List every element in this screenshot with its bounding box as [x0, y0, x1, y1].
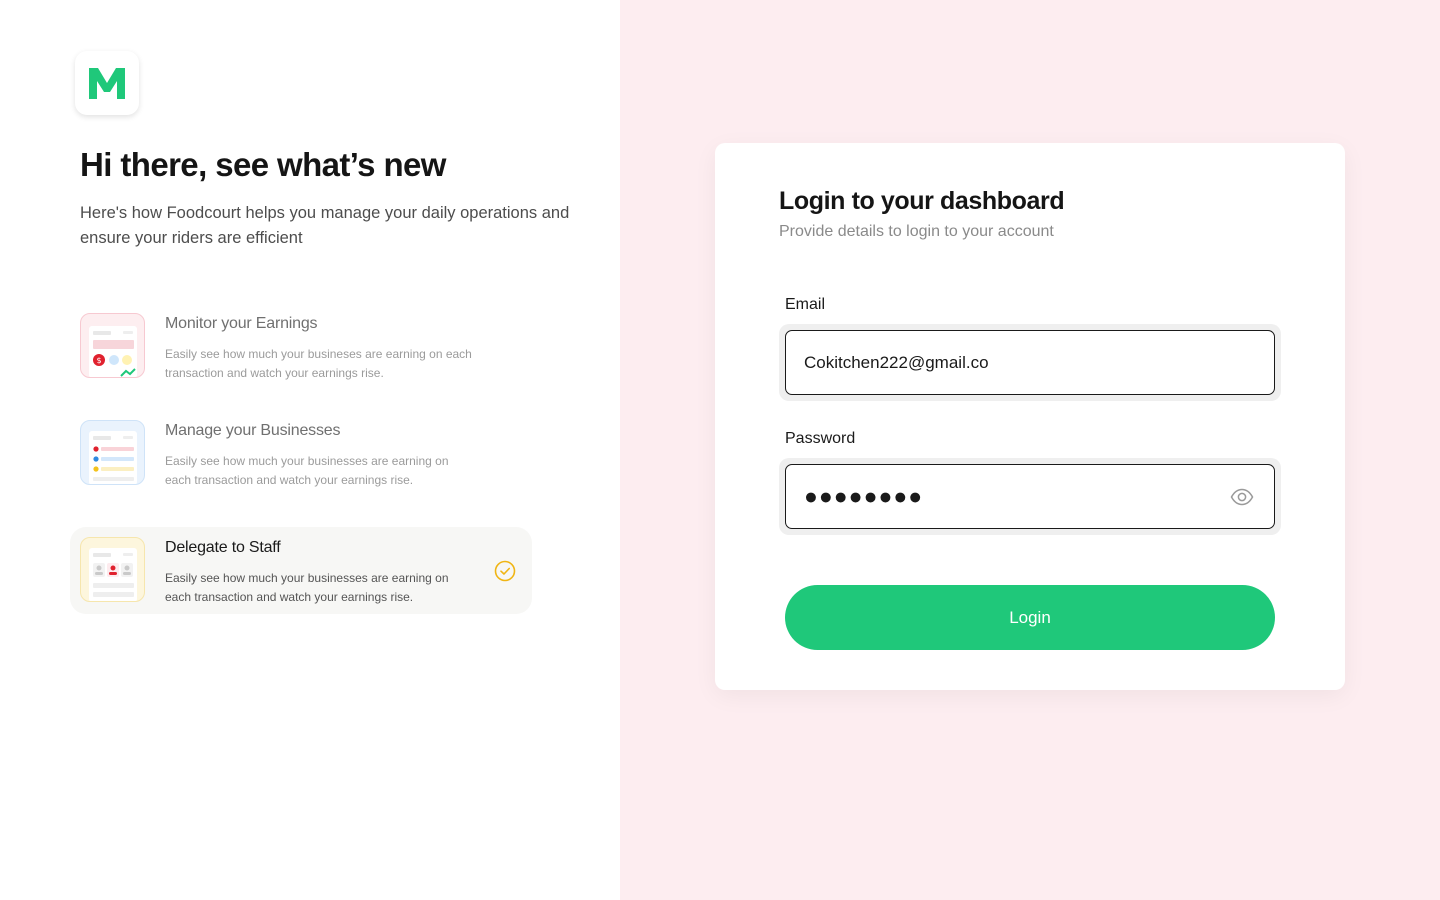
password-field-wrapper: ●●●●●●●● — [779, 458, 1281, 535]
brand-logo — [75, 51, 139, 115]
password-field[interactable]: ●●●●●●●● — [785, 464, 1275, 529]
password-mask: ●●●●●●●● — [804, 483, 924, 509]
feature-title: Delegate to Staff — [165, 539, 281, 556]
feature-description: Easily see how much your busineses are e… — [165, 347, 472, 380]
feature-manage-businesses[interactable]: Manage your Businesses Easily see how mu… — [70, 410, 532, 497]
feature-delegate-staff[interactable]: Delegate to Staff Easily see how much yo… — [70, 527, 532, 614]
email-field-wrapper: Cokitchen222@gmail.co — [779, 324, 1281, 401]
businesses-illustration — [80, 420, 145, 485]
earnings-illustration: $ — [80, 313, 145, 378]
eye-icon[interactable] — [1230, 486, 1254, 508]
staff-illustration — [80, 537, 145, 602]
info-panel: Hi there, see what’s new Here's how Food… — [0, 0, 620, 900]
feature-monitor-earnings[interactable]: $ Monitor your Earnings Easily see how m… — [70, 303, 532, 390]
logo-m-icon — [89, 68, 125, 99]
email-field[interactable]: Cokitchen222@gmail.co — [785, 330, 1275, 395]
feature-description: Easily see how much your businesses are … — [165, 454, 449, 487]
login-card: Login to your dashboard Provide details … — [715, 143, 1345, 690]
svg-text:$: $ — [96, 356, 101, 365]
feature-title: Monitor your Earnings — [165, 315, 318, 332]
email-value: Cokitchen222@gmail.co — [804, 352, 989, 372]
feature-title: Manage your Businesses — [165, 422, 341, 439]
feature-description: Easily see how much your businesses are … — [165, 571, 449, 604]
check-circle-icon — [494, 560, 516, 582]
intro-subtitle: Here's how Foodcourt helps you manage yo… — [80, 204, 570, 247]
email-label: Email — [785, 296, 826, 313]
login-button[interactable]: Login — [785, 585, 1275, 650]
intro-title: Hi there, see what’s new — [80, 146, 446, 183]
login-subtitle: Provide details to login to your account — [779, 223, 1054, 240]
login-title: Login to your dashboard — [779, 187, 1065, 215]
password-label: Password — [785, 430, 856, 447]
